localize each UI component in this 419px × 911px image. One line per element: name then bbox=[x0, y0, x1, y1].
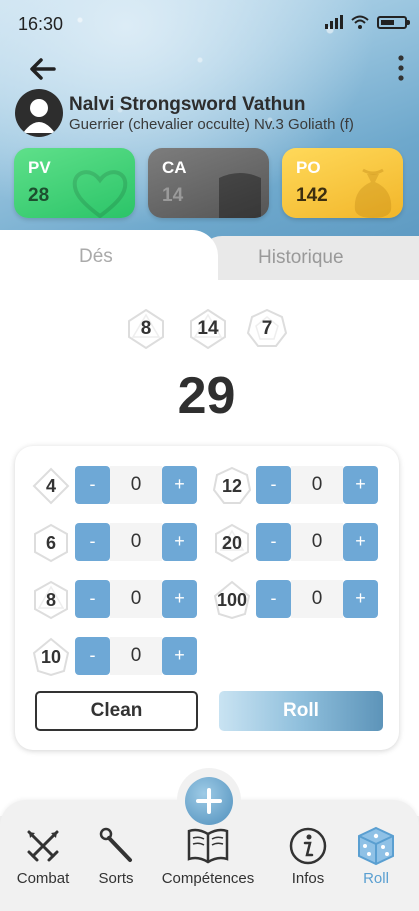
wifi-icon bbox=[351, 15, 369, 29]
die-row-d4: 4 - 0 + bbox=[31, 466, 201, 506]
more-options-icon[interactable] bbox=[391, 54, 411, 84]
wand-icon bbox=[99, 827, 132, 862]
d6-stepper: - 0 + bbox=[75, 523, 197, 561]
gold-label: PO bbox=[296, 158, 321, 177]
d12-icon: 12 bbox=[212, 466, 252, 506]
armor-class-label: CA bbox=[162, 158, 187, 177]
d20-minus-button[interactable]: - bbox=[256, 523, 291, 561]
d6-minus-button[interactable]: - bbox=[75, 523, 110, 561]
gold-value: 142 bbox=[296, 185, 328, 206]
result-die: 14 bbox=[188, 308, 228, 350]
d6-plus-button[interactable]: + bbox=[162, 523, 197, 561]
d8-minus-button[interactable]: - bbox=[75, 580, 110, 618]
nav-label-combat: Combat bbox=[16, 870, 70, 887]
nav-label-competences: Compétences bbox=[161, 870, 255, 887]
d100-stepper: - 0 + bbox=[256, 580, 378, 618]
info-icon bbox=[289, 827, 327, 865]
nav-item-sorts[interactable]: Sorts bbox=[92, 826, 140, 887]
tab-history[interactable]: Historique bbox=[200, 236, 419, 280]
signal-icon bbox=[325, 15, 343, 29]
character-description: Guerrier (chevalier occulte) Nv.3 Goliat… bbox=[69, 116, 354, 133]
d4-minus-button[interactable]: - bbox=[75, 466, 110, 504]
nav-item-competences[interactable]: Compétences bbox=[158, 826, 258, 887]
heart-icon bbox=[72, 170, 128, 218]
d8-stepper: - 0 + bbox=[75, 580, 197, 618]
avatar[interactable] bbox=[15, 89, 63, 137]
nav-label-sorts: Sorts bbox=[98, 870, 134, 887]
add-fab-button[interactable] bbox=[185, 777, 233, 825]
roll-total: 29 bbox=[177, 367, 236, 425]
d10-stepper: - 0 + bbox=[75, 637, 197, 675]
book-icon bbox=[187, 828, 229, 864]
d100-plus-button[interactable]: + bbox=[343, 580, 378, 618]
result-die: 8 bbox=[126, 308, 166, 350]
tab-dice-label: Dés bbox=[79, 246, 113, 267]
d8-count: 0 bbox=[110, 580, 162, 618]
status-time: 16:30 bbox=[18, 14, 64, 34]
nav-item-roll[interactable]: Roll bbox=[354, 826, 398, 887]
character-name: Nalvi Strongsword Vathun bbox=[69, 94, 306, 115]
d20-stepper: - 0 + bbox=[256, 523, 378, 561]
die-row-d12: 12 - 0 + bbox=[212, 466, 382, 506]
tab-dice[interactable]: Dés bbox=[0, 230, 218, 290]
d12-stepper: - 0 + bbox=[256, 466, 378, 504]
d8-icon: 8 bbox=[31, 580, 71, 620]
hp-value: 28 bbox=[28, 185, 50, 206]
result-die: 7 bbox=[246, 308, 288, 349]
d8-plus-button[interactable]: + bbox=[162, 580, 197, 618]
d12-minus-button[interactable]: - bbox=[256, 466, 291, 504]
d6-count: 0 bbox=[110, 523, 162, 561]
roll-button[interactable]: Roll bbox=[219, 691, 383, 731]
crossed-swords-icon bbox=[27, 830, 59, 862]
d100-count: 0 bbox=[291, 580, 343, 618]
die-row-d10: 10 - 0 + bbox=[31, 637, 201, 677]
user-silhouette-icon bbox=[23, 99, 55, 133]
d4-stepper: - 0 + bbox=[75, 466, 197, 504]
d4-count: 0 bbox=[110, 466, 162, 504]
d4-icon: 4 bbox=[31, 466, 71, 506]
d20-plus-button[interactable]: + bbox=[343, 523, 378, 561]
battery-icon bbox=[377, 15, 410, 29]
armor-class-value: 14 bbox=[162, 185, 184, 206]
die-row-d20: 20 - 0 + bbox=[212, 523, 382, 563]
back-arrow-icon[interactable] bbox=[28, 54, 58, 84]
die-row-d6: 6 - 0 + bbox=[31, 523, 201, 563]
result-value: 8 bbox=[140, 318, 152, 339]
d20-count: 0 bbox=[291, 523, 343, 561]
gold-card[interactable]: PO 142 bbox=[282, 148, 403, 218]
result-value: 7 bbox=[261, 318, 273, 339]
d10-minus-button[interactable]: - bbox=[75, 637, 110, 675]
d10-plus-button[interactable]: + bbox=[162, 637, 197, 675]
hp-label: PV bbox=[28, 158, 51, 177]
nav-label-roll: Roll bbox=[363, 870, 389, 887]
coin-bag-icon bbox=[354, 168, 392, 218]
status-bar: 16:30 bbox=[0, 0, 419, 46]
d12-count: 0 bbox=[291, 466, 343, 504]
nav-item-combat[interactable]: Combat bbox=[14, 826, 72, 887]
armor-class-card[interactable]: CA 14 bbox=[148, 148, 269, 218]
die-row-d100: 100 - 0 + bbox=[212, 580, 382, 620]
shield-icon bbox=[219, 173, 261, 218]
d6-icon: 6 bbox=[31, 523, 71, 563]
tab-history-label: Historique bbox=[258, 247, 344, 268]
dice-icon bbox=[358, 826, 394, 866]
result-value: 14 bbox=[197, 318, 219, 339]
d10-count: 0 bbox=[110, 637, 162, 675]
nav-item-infos[interactable]: Infos bbox=[286, 826, 330, 887]
die-row-d8: 8 - 0 + bbox=[31, 580, 201, 620]
d100-minus-button[interactable]: - bbox=[256, 580, 291, 618]
d12-plus-button[interactable]: + bbox=[343, 466, 378, 504]
nav-label-infos: Infos bbox=[291, 870, 325, 887]
clean-button[interactable]: Clean bbox=[35, 691, 198, 731]
d100-icon: 100 bbox=[212, 580, 252, 620]
d20-icon: 20 bbox=[212, 523, 252, 563]
d4-plus-button[interactable]: + bbox=[162, 466, 197, 504]
d10-icon: 10 bbox=[31, 637, 71, 677]
hp-card[interactable]: PV 28 bbox=[14, 148, 135, 218]
